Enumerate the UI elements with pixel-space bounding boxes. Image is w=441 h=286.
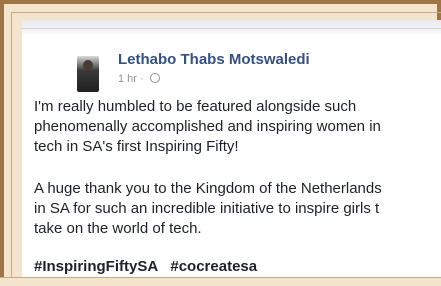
frame-bottom bbox=[0, 277, 441, 286]
avatar-head-shape bbox=[83, 60, 93, 71]
facebook-post-card: Lethabo Thabs Motswaledi 1 hr · I'm real… bbox=[22, 20, 441, 282]
post-author-name[interactable]: Lethabo Thabs Motswaledi bbox=[118, 51, 310, 68]
top-bar bbox=[22, 20, 441, 34]
post-paragraph-2: A huge thank you to the Kingdom of the N… bbox=[34, 180, 382, 237]
post-time[interactable]: 1 hr · bbox=[118, 73, 147, 85]
hashtags: #InspiringFiftySA #cocreatesa bbox=[34, 258, 265, 275]
hashtag-link[interactable]: #InspiringFiftySA bbox=[34, 258, 158, 275]
post-paragraph-1: I'm really humbled to be featured alongs… bbox=[34, 98, 381, 155]
globe-icon bbox=[149, 73, 160, 83]
author-avatar[interactable] bbox=[77, 56, 99, 92]
hashtag-link[interactable]: #cocreatesa bbox=[170, 258, 257, 275]
post-meta: 1 hr · bbox=[118, 73, 160, 85]
